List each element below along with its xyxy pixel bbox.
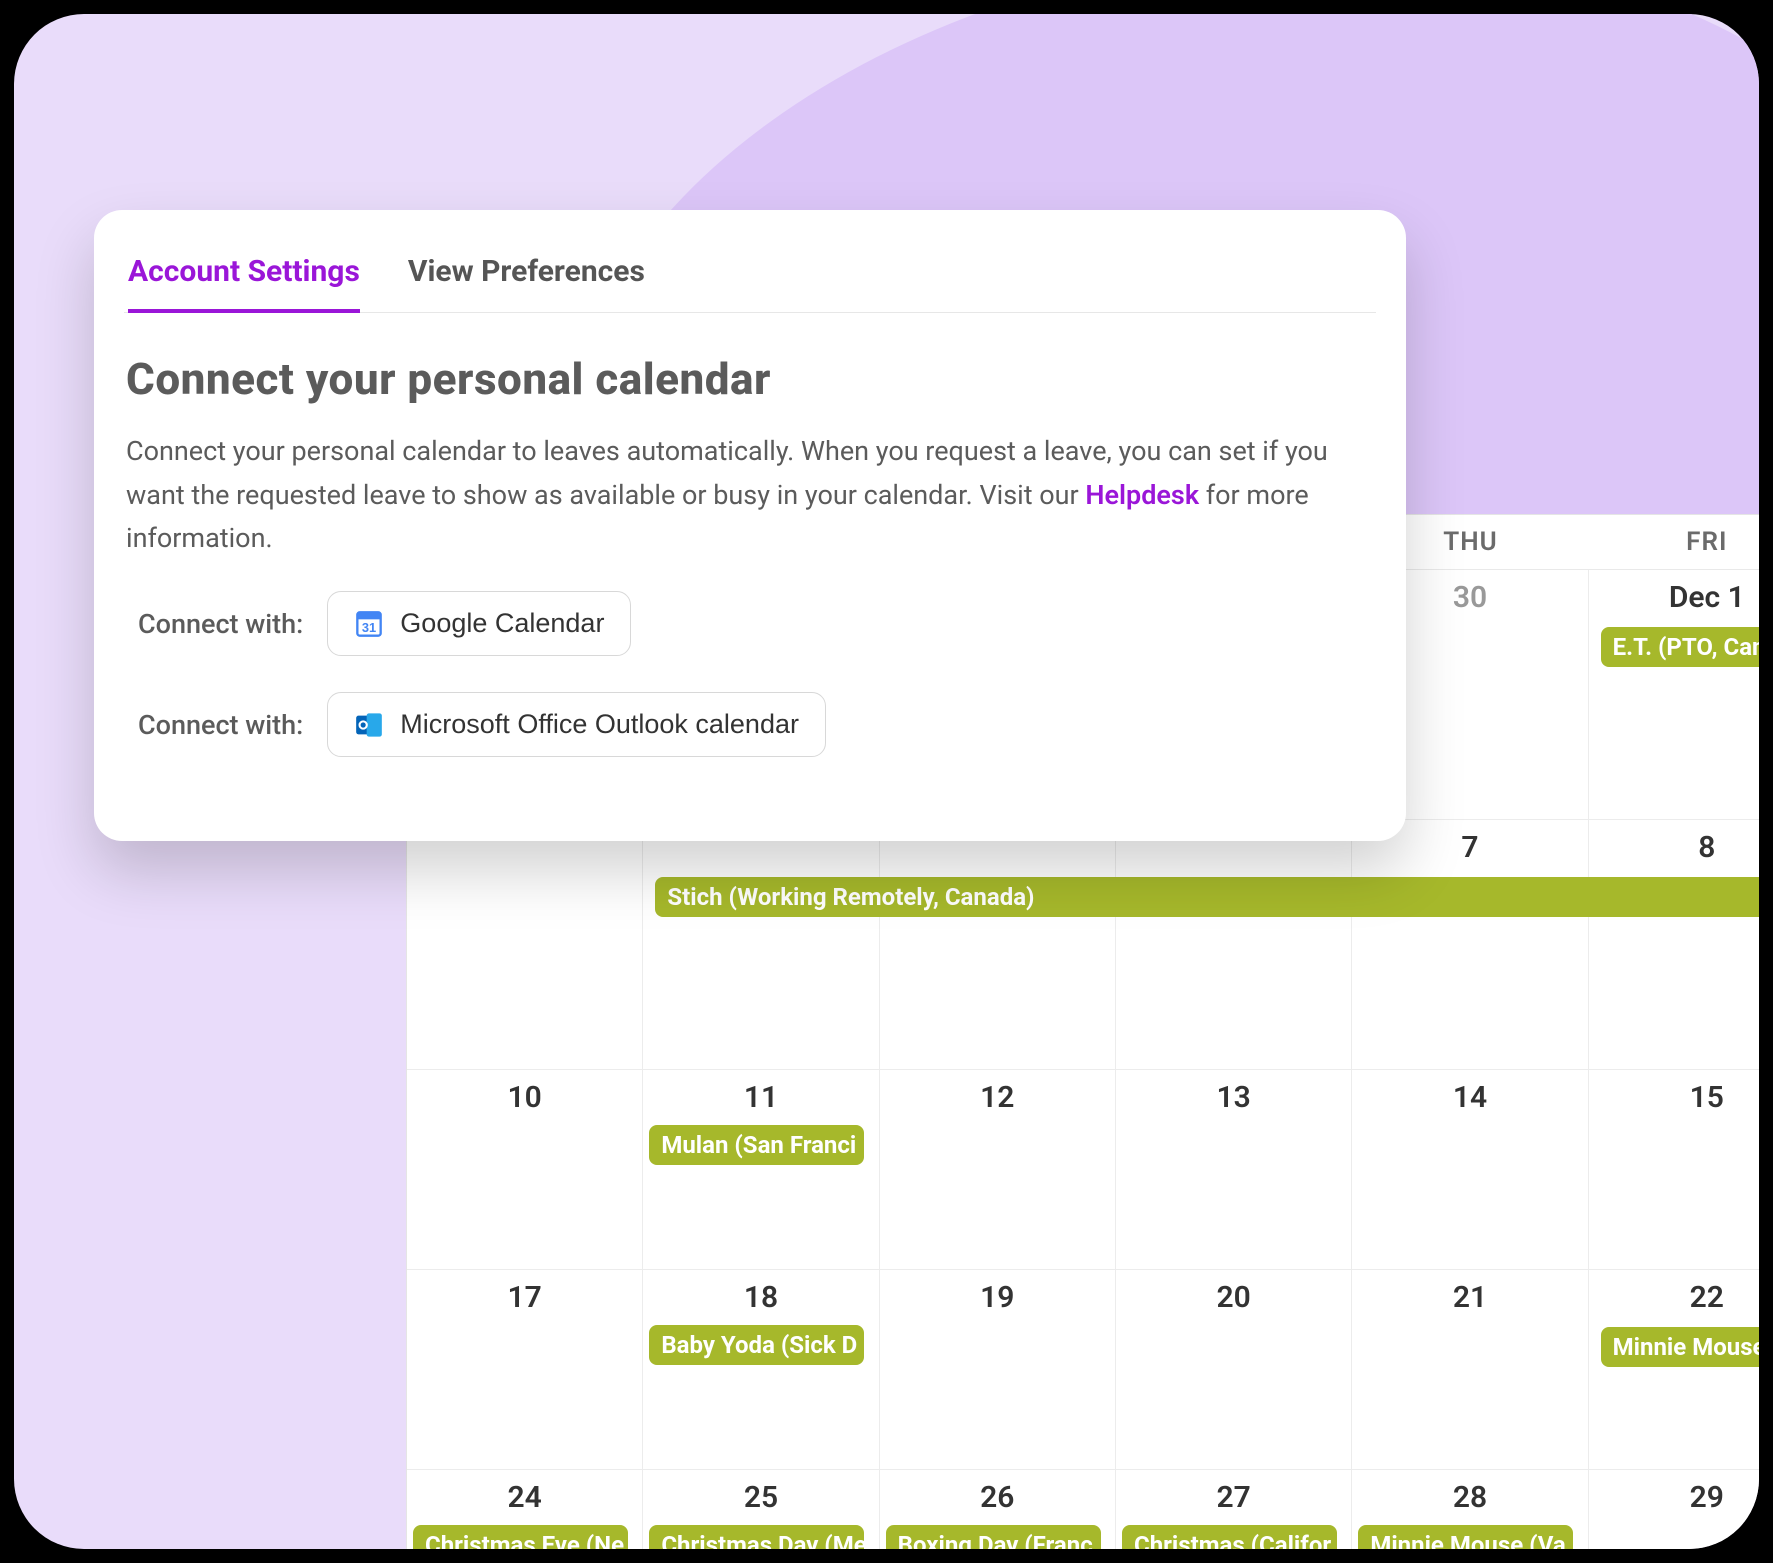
calendar-day-cell[interactable]: 19 [880,1270,1116,1469]
date-number: 28 [1352,1480,1587,1515]
date-number: 25 [643,1480,878,1515]
connect-outlook-button[interactable]: Microsoft Office Outlook calendar [327,692,826,757]
calendar-day-cell[interactable]: 17 [407,1270,643,1469]
connect-label: Connect with: [138,608,303,640]
calendar-event-pill[interactable]: Baby Yoda (Sick D [649,1325,864,1365]
calendar-day-cell[interactable]: 24 Christmas Eve (Ne [407,1470,643,1549]
modal-description: Connect your personal calendar to leaves… [126,430,1374,561]
date-number: 20 [1116,1280,1351,1315]
connect-label: Connect with: [138,709,303,741]
calendar-day-cell[interactable]: 22 Minnie Mouse (PT [1589,1270,1759,1469]
page-background: SUN MON TUE WED THU FRI 30Dec 1E.T. (PTO… [14,14,1759,1549]
calendar-event-pill[interactable]: Christmas Day (Me [649,1525,864,1549]
calendar-day-cell[interactable]: 10 [407,1070,643,1269]
date-number: 12 [880,1080,1115,1115]
calendar-event-pill[interactable]: Minnie Mouse (Va [1358,1525,1573,1549]
svg-text:31: 31 [362,620,376,635]
calendar-day-cell[interactable]: 28 Minnie Mouse (Va [1352,1470,1588,1549]
date-number: 11 [643,1080,878,1115]
connect-outlook-row: Connect with: Microsoft Office Outlook c… [138,692,1376,757]
calendar-day-cell[interactable]: 18 Baby Yoda (Sick D [643,1270,879,1469]
calendar-day-cell[interactable]: 29 [1589,1470,1759,1549]
calendar-day-cell[interactable] [880,820,1116,1069]
date-number: 15 [1589,1080,1759,1115]
button-label: Microsoft Office Outlook calendar [400,709,799,740]
calendar-day-cell[interactable]: 27Christmas (CaliforFlounder (Jury DutMi… [1116,1470,1352,1549]
calendar-event-pill[interactable]: Mulan (San Franci [649,1125,864,1165]
date-number: 18 [643,1280,878,1315]
calendar-day-cell[interactable]: 7 [1352,820,1588,1069]
calendar-week-row: 1011 Mulan (San Franci 12131415 [407,1070,1759,1270]
calendar-day-cell[interactable] [1116,820,1352,1069]
date-number: 14 [1352,1080,1587,1115]
calendar-day-cell[interactable]: 14 [1352,1070,1588,1269]
date-number: 13 [1116,1080,1351,1115]
calendar-day-cell[interactable]: 12 [880,1070,1116,1269]
date-number: 22 [1589,1280,1759,1315]
connect-google-button[interactable]: 31 Google Calendar [327,591,631,656]
outlook-icon [354,710,384,740]
weekday-header: FRI [1589,515,1759,569]
calendar-day-cell[interactable] [407,820,643,1069]
calendar-day-cell[interactable]: 25 Christmas Day (Me [643,1470,879,1549]
calendar-event-pill[interactable]: Minnie Mouse (PT [1601,1327,1759,1367]
date-number: 19 [880,1280,1115,1315]
modal-heading: Connect your personal calendar [126,353,1376,405]
calendar-day-cell[interactable]: 20 [1116,1270,1352,1469]
connect-google-row: Connect with: 31 Google Calendar [138,591,1376,656]
date-number: 10 [407,1080,642,1115]
date-number: 24 [407,1480,642,1515]
calendar-event-pill[interactable]: Boxing Day (Franc [886,1525,1101,1549]
calendar-day-cell[interactable]: 13 [1116,1070,1352,1269]
calendar-day-cell[interactable]: 11 Mulan (San Franci [643,1070,879,1269]
calendar-day-cell[interactable]: 21 [1352,1270,1588,1469]
date-number: 21 [1352,1280,1587,1315]
calendar-day-cell[interactable]: Dec 1 E.T. (PTO, Canada [1589,570,1759,819]
calendar-event-pill[interactable]: Christmas (Califor [1122,1525,1337,1549]
calendar-day-cell[interactable]: Stich (Working Remotely, Canada) [643,820,879,1069]
button-label: Google Calendar [400,608,604,639]
calendar-event-pill[interactable]: Stich (Working Remotely, Canada) [655,877,1759,917]
calendar-day-cell[interactable]: 26Boxing Day (FrancBoxing Day (regioDay … [880,1470,1116,1549]
date-number: Dec 1 [1589,580,1759,615]
calendar-week-row: 1718 Baby Yoda (Sick D 19202122 Minnie Mous… [407,1270,1759,1470]
calendar-day-cell[interactable]: 15 [1589,1070,1759,1269]
calendar-event-pill[interactable]: Christmas Eve (Ne [413,1525,628,1549]
tab-view-preferences[interactable]: View Preferences [408,250,645,312]
google-calendar-icon: 31 [354,609,384,639]
tabs-bar: Account Settings View Preferences [124,250,1376,313]
helpdesk-link[interactable]: Helpdesk [1085,479,1199,511]
date-number: 17 [407,1280,642,1315]
date-number: 8 [1589,830,1759,865]
tab-account-settings[interactable]: Account Settings [128,250,360,313]
calendar-week-row: 24 Christmas Eve (Ne 25 Christmas Day (Me 26… [407,1470,1759,1549]
calendar-week-row: Stich (Working Remotely, Canada)78Youth … [407,820,1759,1070]
calendar-event-pill[interactable]: E.T. (PTO, Canada [1601,627,1759,667]
calendar-day-cell[interactable]: 8Youth Day (Spain) [1589,820,1759,1069]
date-number: 29 [1589,1480,1759,1515]
date-number: 27 [1116,1480,1351,1515]
settings-modal: Account Settings View Preferences Connec… [94,210,1406,841]
date-number: 26 [880,1480,1115,1515]
